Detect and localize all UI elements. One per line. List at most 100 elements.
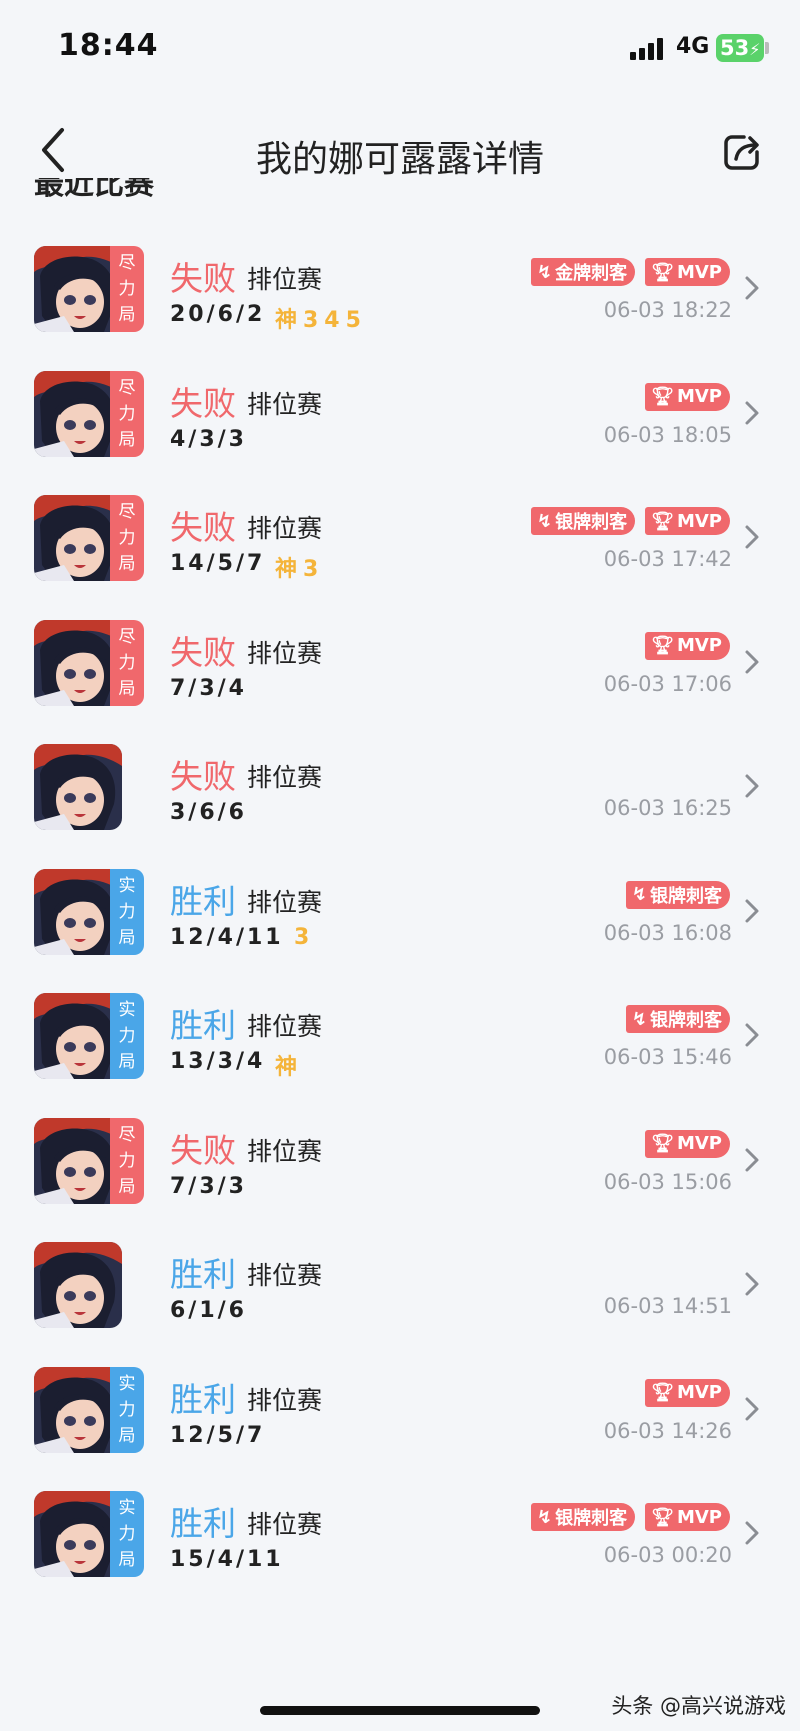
match-row[interactable]: 实力局胜利 排位赛 12/4/11 3 ↯ 银牌刺客 06-03 16:08 (0, 839, 800, 976)
flame-icon: ↯ (537, 510, 553, 532)
chevron-right-icon (745, 650, 759, 673)
match-time: 06-03 18:05 (603, 422, 732, 447)
match-row[interactable]: 尽力局失败 排位赛 20/6/2 神345 ↯ 金牌刺客 🏆︎ MVP 06-03 18:22 (0, 216, 800, 353)
trophy-icon: 🏆︎ (651, 510, 674, 532)
hero-avatar (34, 1242, 122, 1328)
chevron-right-icon (745, 1148, 759, 1171)
hero-avatar (34, 1117, 122, 1204)
assassin-badge: ↯ 银牌刺客 (625, 880, 730, 909)
badge-label: MVP (676, 1382, 722, 1403)
badge-label: 银牌刺客 (650, 885, 722, 907)
match-result: 失败 (170, 1130, 236, 1170)
mode-tag: 尽力局 (110, 1117, 144, 1204)
match-type: 排位赛 (247, 1261, 323, 1290)
hero-avatar (34, 619, 122, 706)
watermark: 头条 @高兴说游戏 (611, 1694, 786, 1718)
row-arrow[interactable] (742, 772, 762, 800)
mode-tag: 尽力局 (110, 619, 144, 706)
kda: 12/4/11 (170, 924, 284, 950)
match-row[interactable]: 尽力局失败 排位赛 14/5/7 神3 ↯ 银牌刺客 🏆︎ MVP 06-03 17:42 (0, 465, 800, 602)
match-type: 排位赛 (247, 1012, 323, 1041)
hero-avatar (34, 868, 122, 955)
row-arrow[interactable] (742, 897, 762, 925)
kda: 15/4/11 (170, 1547, 284, 1572)
row-arrow[interactable] (742, 523, 762, 551)
hero-avatar (34, 1366, 122, 1453)
kda: 7/3/3 (170, 1173, 247, 1199)
mode-tag: 尽力局 (110, 246, 144, 332)
match-type: 排位赛 (247, 1510, 323, 1539)
chevron-right-icon (745, 401, 759, 424)
badge-label: MVP (676, 261, 722, 283)
chevron-right-icon (745, 899, 759, 922)
match-type: 排位赛 (247, 638, 323, 668)
match-row[interactable]: 尽力局失败 排位赛 7/3/3 🏆︎ MVP 06-03 15:06 (0, 1088, 800, 1225)
hero-avatar-image (34, 1242, 122, 1328)
badge-label: MVP (676, 1506, 722, 1528)
match-result: 失败 (170, 259, 236, 298)
row-arrow[interactable] (742, 648, 762, 676)
badge-label: MVP (676, 635, 722, 656)
match-type: 排位赛 (247, 265, 323, 294)
match-row[interactable]: 实力局胜利 排位赛 12/5/7 🏆︎ MVP 06-03 14:26 (0, 1337, 800, 1474)
row-arrow[interactable] (742, 399, 762, 427)
hero-avatar (34, 744, 122, 830)
share-icon (724, 135, 759, 170)
badge-label: MVP (676, 386, 722, 407)
match-row[interactable]: 失败 排位赛 3/6/6 06-03 16:25 (0, 714, 800, 851)
hero-avatar (34, 370, 122, 457)
match-row[interactable]: 实力局胜利 排位赛 13/3/4 神 ↯ 银牌刺客 06-03 15:46 (0, 963, 800, 1100)
kda: 13/3/4 (170, 1049, 266, 1074)
chevron-right-icon (745, 1397, 759, 1420)
match-type: 排位赛 (247, 389, 323, 419)
match-time: 06-03 15:06 (603, 1169, 732, 1194)
hero-avatar-image (34, 246, 122, 332)
row-arrow[interactable] (742, 1395, 762, 1423)
badge-label: 金牌刺客 (555, 263, 628, 284)
row-arrow[interactable] (742, 1146, 762, 1174)
row-arrow[interactable] (742, 274, 762, 302)
flame-icon: ↯ (631, 884, 647, 905)
mode-tag: 尽力局 (110, 495, 144, 581)
share-button[interactable] (722, 132, 762, 172)
badge-group: ↯ 银牌刺客 (625, 880, 730, 909)
assassin-badge: ↯ 银牌刺客 (531, 507, 636, 535)
hero-avatar-image (34, 1366, 122, 1453)
match-row[interactable]: 尽力局失败 排位赛 4/3/3 🏆︎ MVP 06-03 18:05 (0, 341, 800, 478)
badge-group: 🏆︎ MVP (645, 1378, 730, 1407)
chevron-right-icon (745, 1521, 759, 1545)
row-arrow[interactable] (742, 1519, 762, 1547)
match-time: 06-03 17:42 (603, 547, 732, 571)
kda: 14/5/7 (170, 551, 266, 576)
badge-group: 🏆︎ MVP (645, 631, 730, 660)
hero-avatar (34, 495, 122, 581)
badge-group: 🏆︎ MVP (645, 382, 730, 411)
chevron-right-icon (745, 774, 759, 798)
badge-label: MVP (676, 1133, 722, 1154)
hero-avatar-image (34, 619, 122, 706)
home-indicator[interactable] (260, 1706, 540, 1715)
badge-label: MVP (676, 510, 722, 532)
assassin-badge: ↯ 银牌刺客 (625, 1005, 730, 1033)
row-arrow[interactable] (742, 1021, 762, 1049)
trophy-icon: 🏆︎ (651, 1382, 674, 1403)
mode-tag: 尽力局 (110, 370, 144, 457)
match-result: 失败 (170, 508, 236, 547)
mode-tag: 实力局 (110, 1491, 144, 1577)
battery-level: 53 (720, 36, 750, 60)
match-row[interactable]: 实力局胜利 排位赛 15/4/11 ↯ 银牌刺客 🏆︎ MVP 06-03 00:20 (0, 1461, 800, 1598)
match-result: 胜利 (170, 1255, 236, 1294)
badge-group: 🏆︎ MVP (645, 1129, 730, 1158)
match-time: 06-03 17:06 (603, 671, 732, 696)
match-row[interactable]: 尽力局失败 排位赛 7/3/4 🏆︎ MVP 06-03 17:06 (0, 590, 800, 727)
match-time: 06-03 16:25 (603, 796, 732, 820)
badge-label: 银牌刺客 (650, 1010, 722, 1031)
assassin-badge: ↯ 金牌刺客 (531, 258, 636, 286)
match-row[interactable]: 胜利 排位赛 6/1/6 06-03 14:51 (0, 1212, 800, 1349)
mode-tag: 实力局 (110, 1366, 144, 1453)
row-arrow[interactable] (742, 1270, 762, 1298)
mvp-badge: 🏆︎ MVP (645, 507, 730, 535)
mvp-badge: 🏆︎ MVP (645, 1129, 730, 1158)
signal-icon (630, 38, 668, 60)
chevron-right-icon (745, 276, 759, 300)
